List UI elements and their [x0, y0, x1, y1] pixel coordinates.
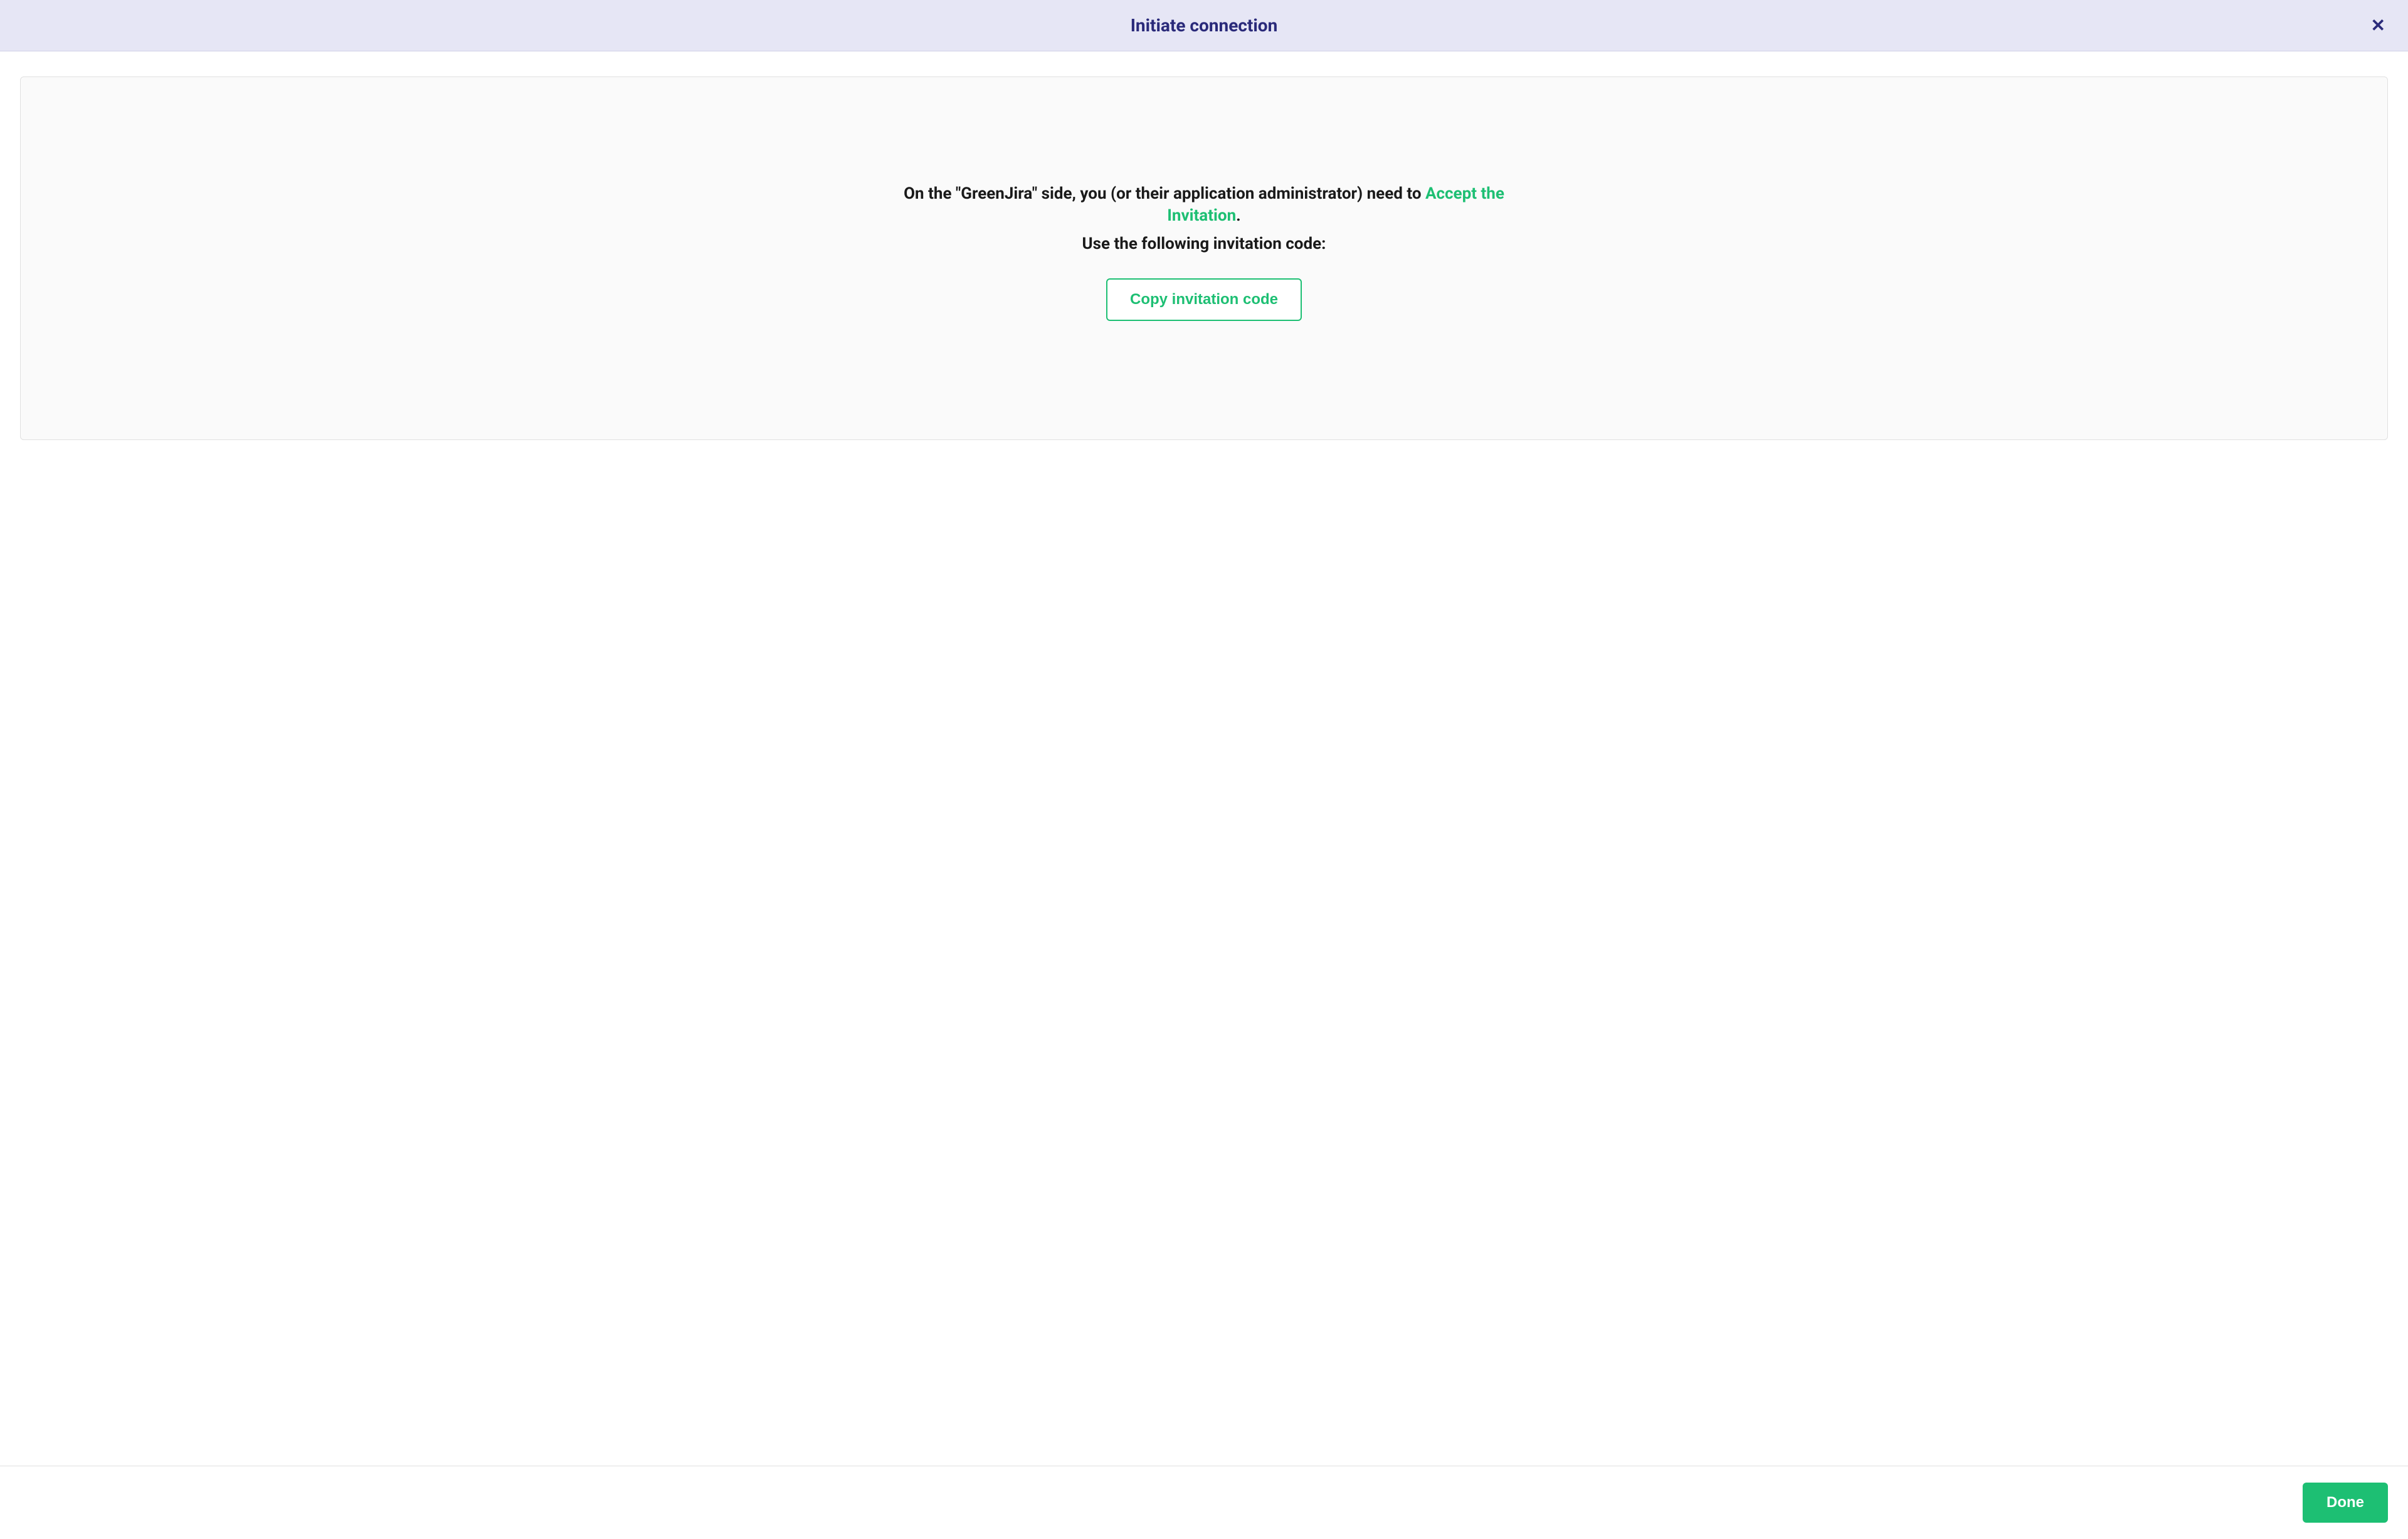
instruction-suffix: .	[1236, 206, 1241, 225]
instruction-prefix: On the "GreenJira" side, you (or their a…	[904, 184, 1425, 203]
sub-instruction: Use the following invitation code:	[1082, 234, 1326, 253]
copy-invitation-code-button[interactable]: Copy invitation code	[1106, 278, 1302, 321]
done-button[interactable]: Done	[2303, 1483, 2388, 1523]
modal-footer: Done	[0, 1466, 2408, 1539]
close-button[interactable]: ✕	[2366, 12, 2390, 39]
modal-title: Initiate connection	[1131, 15, 1278, 36]
instruction-text: On the "GreenJira" side, you (or their a…	[890, 183, 1518, 227]
modal-header: Initiate connection ✕	[0, 0, 2408, 51]
modal-body: On the "GreenJira" side, you (or their a…	[0, 51, 2408, 1466]
close-icon: ✕	[2371, 16, 2385, 35]
content-panel: On the "GreenJira" side, you (or their a…	[20, 76, 2388, 440]
